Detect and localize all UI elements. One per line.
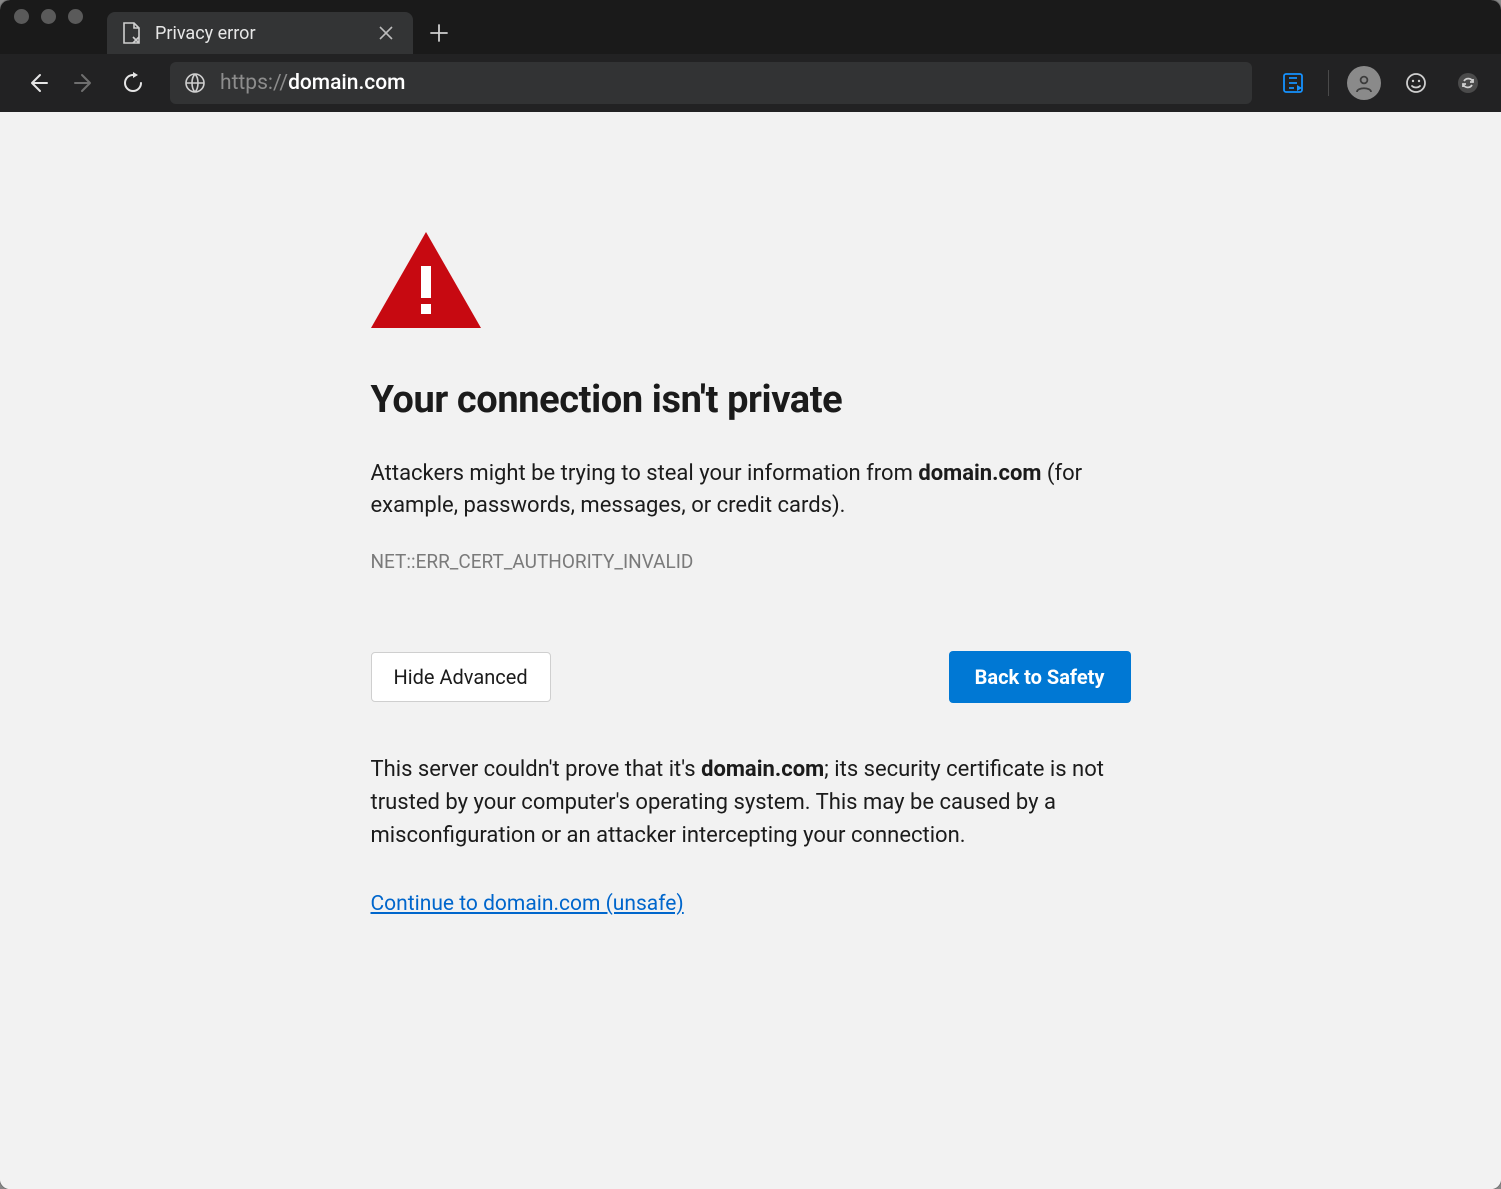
address-bar[interactable]: https://domain.com (170, 62, 1252, 104)
error-heading: Your connection isn't private (371, 378, 1131, 422)
page-viewport: Your connection isn't private Attackers … (0, 112, 1501, 1189)
error-description: Attackers might be trying to steal your … (371, 458, 1131, 522)
toolbar: https://domain.com (0, 54, 1501, 112)
browser-window: Privacy error https (0, 0, 1501, 1189)
window-controls (14, 0, 107, 54)
browser-tab[interactable]: Privacy error (107, 12, 413, 54)
url-scheme: https:// (220, 71, 288, 95)
error-desc-domain: domain.com (918, 461, 1041, 486)
site-info-icon[interactable] (184, 72, 206, 94)
error-detail-prefix: This server couldn't prove that it's (371, 757, 702, 782)
window-maximize-dot[interactable] (68, 9, 83, 24)
titlebar: Privacy error (0, 0, 1501, 54)
sync-icon[interactable] (1451, 66, 1485, 100)
page-error-icon (121, 22, 141, 44)
error-code: NET::ERR_CERT_AUTHORITY_INVALID (371, 550, 1131, 573)
url-text: https://domain.com (220, 71, 405, 95)
window-minimize-dot[interactable] (41, 9, 56, 24)
new-tab-button[interactable] (419, 12, 459, 54)
error-desc-prefix: Attackers might be trying to steal your … (371, 461, 919, 486)
url-host: domain.com (288, 71, 405, 95)
toolbar-right (1268, 66, 1485, 100)
tab-close-button[interactable] (375, 22, 397, 44)
feedback-icon[interactable] (1399, 66, 1433, 100)
tab-title: Privacy error (155, 23, 361, 44)
refresh-button[interactable] (112, 62, 154, 104)
tracking-prevention-icon[interactable] (1276, 66, 1310, 100)
hide-advanced-button[interactable]: Hide Advanced (371, 652, 551, 702)
toolbar-separator (1328, 70, 1329, 96)
window-close-dot[interactable] (14, 9, 29, 24)
back-button[interactable] (16, 62, 58, 104)
warning-triangle-icon (371, 232, 1131, 328)
button-row: Hide Advanced Back to Safety (371, 651, 1131, 703)
error-detail: This server couldn't prove that it's dom… (371, 753, 1131, 852)
profile-button[interactable] (1347, 66, 1381, 100)
proceed-unsafe-link[interactable]: Continue to domain.com (unsafe) (371, 892, 684, 916)
error-content: Your connection isn't private Attackers … (351, 112, 1151, 976)
forward-button (64, 62, 106, 104)
back-to-safety-button[interactable]: Back to Safety (949, 651, 1131, 703)
error-detail-domain: domain.com (701, 757, 824, 782)
